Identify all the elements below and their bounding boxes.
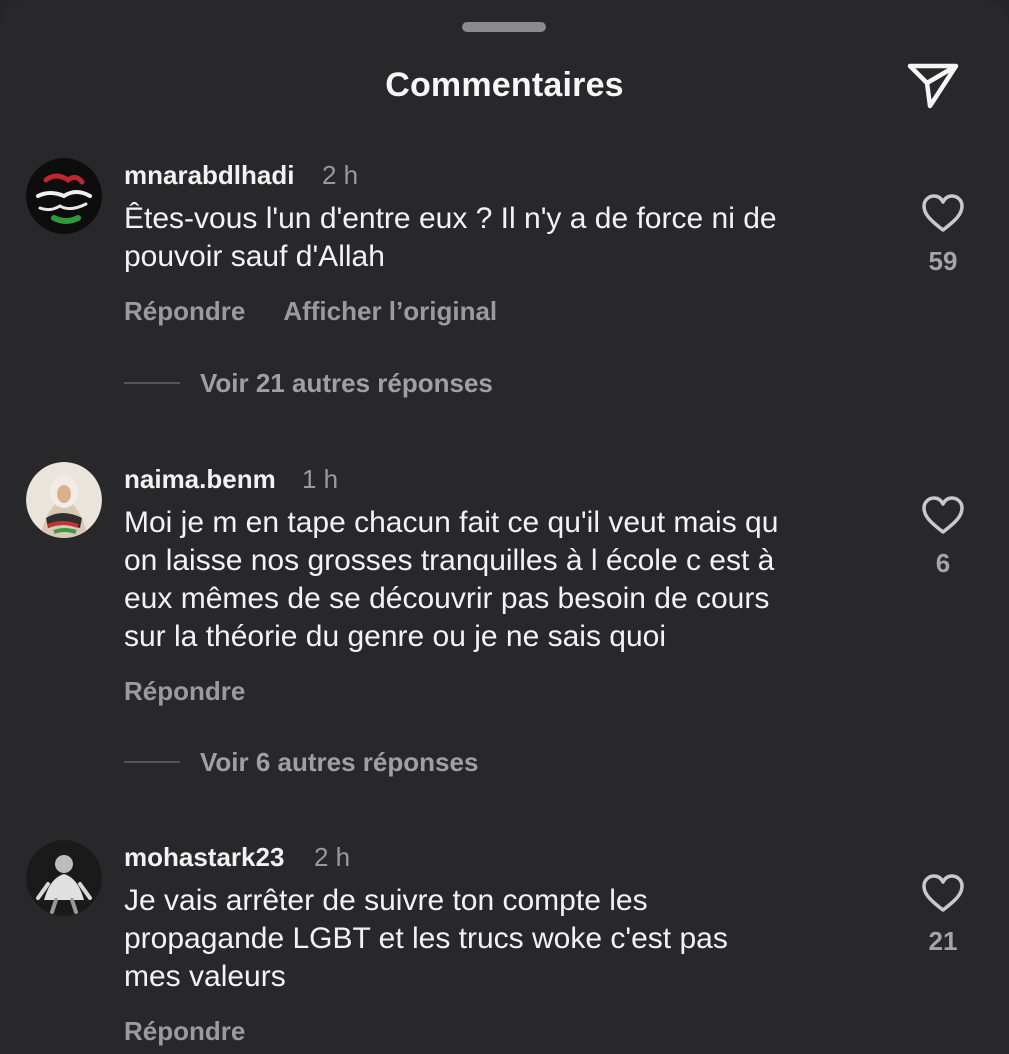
view-replies-label: Voir 21 autres réponses — [200, 368, 493, 398]
comment-actions: Répondre — [124, 1016, 245, 1047]
comment-time: 2 h — [322, 160, 359, 190]
divider-line — [124, 761, 180, 763]
like-count: 59 — [928, 246, 958, 276]
reply-button[interactable]: Répondre — [124, 676, 245, 706]
like-count: 6 — [935, 548, 951, 578]
comment-time: 2 h — [314, 842, 351, 872]
reply-button[interactable]: Répondre — [124, 296, 245, 326]
comment-text: Moi je m en tape chacun fait ce qu'il ve… — [124, 506, 779, 653]
send-icon — [907, 63, 959, 109]
sheet-title: Commentaires — [385, 66, 624, 104]
comment-text: Je vais arrêter de suivre ton compte les… — [124, 884, 728, 993]
view-replies-label: Voir 6 autres réponses — [200, 747, 479, 777]
avatar[interactable] — [26, 840, 102, 916]
avatar[interactable] — [26, 462, 102, 538]
heart-icon[interactable] — [920, 494, 966, 536]
divider-line — [124, 382, 180, 384]
comment-username[interactable]: naima.benm — [124, 464, 276, 495]
heart-icon[interactable] — [920, 192, 966, 234]
like-area: 6 — [920, 494, 966, 579]
comment-actions: Répondre Afficher l’original — [124, 296, 497, 327]
comment-username[interactable]: mnarabdlhadi — [124, 160, 294, 191]
see-original-button[interactable]: Afficher l’original — [283, 296, 497, 326]
comment-username[interactable]: mohastark23 — [124, 842, 284, 873]
reply-button[interactable]: Répondre — [124, 1016, 245, 1046]
comments-sheet: Commentaires mnarabdlhadi 2 h Êtes-vous … — [0, 0, 1009, 1054]
like-area: 59 — [920, 192, 966, 277]
share-button[interactable] — [900, 56, 964, 112]
comment-text: Êtes-vous l'un d'entre eux ? Il n'y a de… — [124, 202, 777, 273]
drag-handle[interactable] — [462, 22, 546, 32]
comment-actions: Répondre — [124, 676, 245, 707]
heart-icon[interactable] — [920, 872, 966, 914]
like-count: 21 — [928, 926, 958, 956]
like-area: 21 — [920, 872, 966, 957]
comment-time: 1 h — [302, 464, 339, 494]
avatar[interactable] — [26, 158, 102, 234]
